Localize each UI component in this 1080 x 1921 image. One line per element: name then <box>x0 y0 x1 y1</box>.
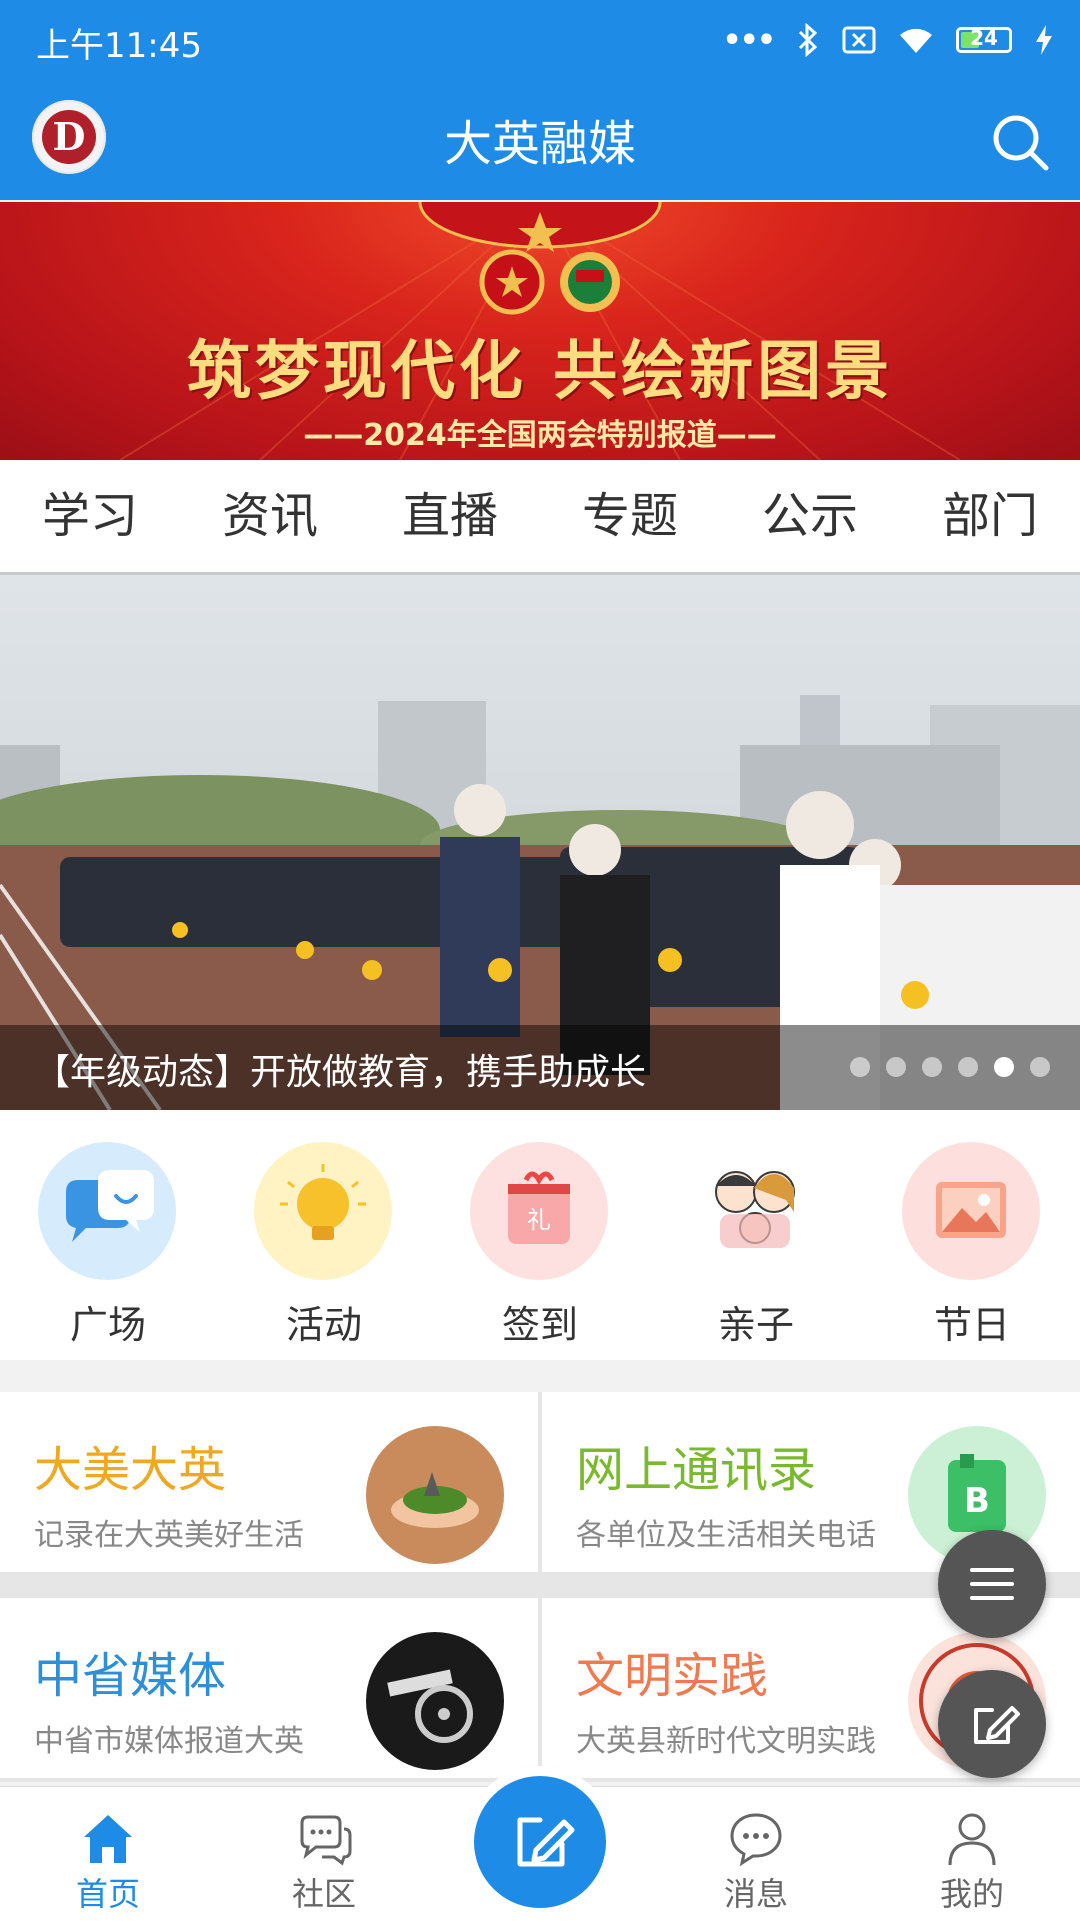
status-icons: ••• 24 <box>722 18 1054 62</box>
tab-study[interactable]: 学习 <box>0 460 180 572</box>
card-desc: 中省市媒体报道大英 <box>34 1724 304 1759</box>
battery-icon: 24 <box>956 26 1012 53</box>
svg-text:礼: 礼 <box>527 1206 551 1234</box>
more-dots-icon: ••• <box>722 22 776 58</box>
bluetooth-icon <box>798 23 818 57</box>
message-icon <box>730 1813 782 1867</box>
edit-icon <box>974 1706 1020 1744</box>
compose-icon <box>517 1817 575 1867</box>
nav-profile[interactable]: 我的 <box>864 1787 1080 1921</box>
quick-item-checkin[interactable]: 礼 签到 <box>432 1110 648 1360</box>
card-title: 文明实践 <box>576 1648 769 1704</box>
edit-fab[interactable] <box>938 1670 1046 1778</box>
home-icon <box>84 1815 132 1863</box>
carousel-dot[interactable] <box>958 1057 978 1077</box>
quick-item-label: 活动 <box>285 1303 362 1347</box>
compose-button[interactable] <box>474 1776 606 1908</box>
card-desc: 记录在大英美好生活 <box>34 1518 304 1553</box>
carousel-dot[interactable] <box>1030 1057 1050 1077</box>
card-provincial-media[interactable]: 中省媒体 中省市媒体报道大英 <box>0 1598 538 1778</box>
quick-item-label: 广场 <box>69 1303 146 1347</box>
wifi-icon <box>900 28 932 53</box>
card-title: 大美大英 <box>34 1442 227 1498</box>
user-icon <box>948 1813 996 1866</box>
menu-fab[interactable] <box>938 1530 1046 1638</box>
nav-label: 社区 <box>291 1875 356 1913</box>
tab-notice[interactable]: 公示 <box>720 460 900 572</box>
card-title: 网上通讯录 <box>576 1442 817 1498</box>
quick-item-family[interactable]: 亲子 <box>648 1110 864 1360</box>
feature-grid: 大美大英 记录在大英美好生活 网上通讯录 各单位及生活相关电话 B 中省媒体 中… <box>0 1392 1080 1782</box>
quick-item-label: 节日 <box>933 1303 1010 1347</box>
hands-earth-icon <box>366 1426 504 1564</box>
family-icon <box>686 1142 824 1280</box>
banner-title: 筑梦现代化 共绘新图景 <box>186 334 894 409</box>
carousel-dot[interactable] <box>922 1057 942 1077</box>
quick-item-label: 亲子 <box>717 1303 794 1347</box>
quick-item-label: 签到 <box>501 1303 578 1347</box>
lightbulb-icon <box>254 1142 392 1280</box>
banner-subtitle: ——2024年全国两会特别报道—— <box>303 418 777 453</box>
carousel-dot-active[interactable] <box>994 1057 1014 1077</box>
gift-icon: 礼 <box>470 1142 608 1280</box>
no-sim-icon <box>842 26 876 54</box>
nav-community[interactable]: 社区 <box>216 1787 432 1921</box>
carousel-dot[interactable] <box>850 1057 870 1077</box>
tab-news[interactable]: 资讯 <box>180 460 360 572</box>
news-carousel[interactable]: 【年级动态】开放做教育，携手助成长 <box>0 575 1080 1110</box>
svg-text:B: B <box>964 1481 990 1521</box>
card-title: 中省媒体 <box>34 1648 227 1704</box>
carousel-dots <box>850 1057 1050 1077</box>
community-chat-icon <box>300 1815 352 1866</box>
nav-home[interactable]: 首页 <box>0 1787 216 1921</box>
chat-bubbles-icon <box>38 1142 176 1280</box>
card-desc: 各单位及生活相关电话 <box>576 1518 876 1553</box>
card-desc: 大英县新时代文明实践 <box>576 1724 876 1759</box>
category-tabs: 学习 资讯 直播 专题 公示 部门 <box>0 460 1080 575</box>
picture-icon <box>902 1142 1040 1280</box>
tab-departments[interactable]: 部门 <box>900 460 1080 572</box>
film-reel-icon <box>366 1632 504 1770</box>
nav-label: 消息 <box>723 1875 788 1913</box>
quick-item-activity[interactable]: 活动 <box>216 1110 432 1360</box>
battery-level: 24 <box>970 26 998 50</box>
tab-topics[interactable]: 专题 <box>540 460 720 572</box>
carousel-dot[interactable] <box>886 1057 906 1077</box>
quick-access-row: 广场 活动 礼 签到 亲子 节日 <box>0 1110 1080 1360</box>
nav-messages[interactable]: 消息 <box>648 1787 864 1921</box>
menu-icon <box>970 1568 1014 1600</box>
nav-label: 我的 <box>939 1875 1004 1913</box>
page-title: 大英融媒 <box>443 116 636 172</box>
charging-icon <box>1036 25 1052 55</box>
quick-item-festival[interactable]: 节日 <box>864 1110 1080 1360</box>
carousel-caption: 【年级动态】开放做教育，携手助成长 <box>34 1052 647 1093</box>
search-icon[interactable] <box>988 110 1052 174</box>
nav-label: 首页 <box>75 1875 140 1913</box>
card-damei-daying[interactable]: 大美大英 记录在大英美好生活 <box>0 1392 538 1572</box>
quick-item-square[interactable]: 广场 <box>0 1110 216 1360</box>
tab-live[interactable]: 直播 <box>360 460 540 572</box>
status-time: 上午11:45 <box>36 26 202 66</box>
